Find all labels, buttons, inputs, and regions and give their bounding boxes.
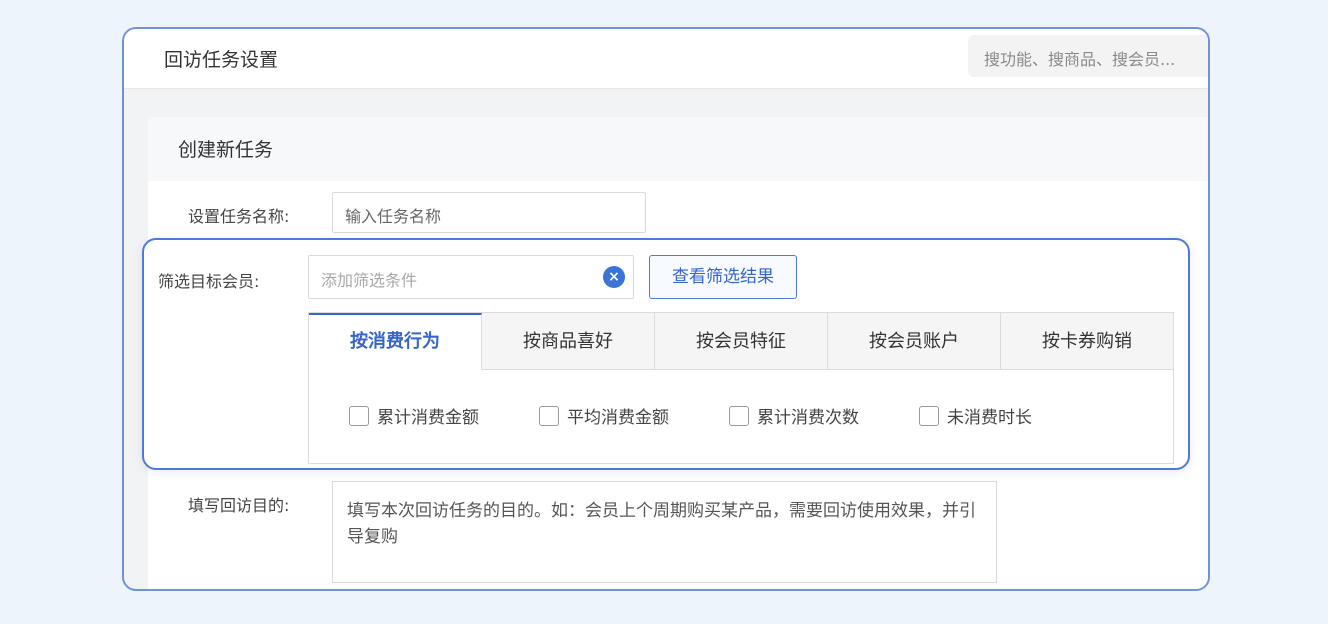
purpose-label: 填写回访目的: [188,496,290,515]
filter-tabs-panel: 按消费行为 按商品喜好 按会员特征 按会员账户 按卡券购销 累计消费金额 平均消… [308,312,1174,464]
tab-member-traits[interactable]: 按会员特征 [655,313,828,369]
filter-condition-placeholder: 添加筛选条件 [321,271,418,290]
filter-checkbox-group: 累计消费金额 平均消费金额 累计消费次数 未消费时长 [349,403,1092,428]
checkbox-item-total-count[interactable]: 累计消费次数 [729,403,859,428]
checkbox-label: 未消费时长 [947,408,1032,428]
checkbox-item-average-amount[interactable]: 平均消费金额 [539,403,669,428]
tab-product-preference[interactable]: 按商品喜好 [482,313,655,369]
panel-header: 创建新任务 [148,117,1208,181]
filter-condition-input[interactable]: 添加筛选条件 × [308,255,634,299]
window-title: 回访任务设置 [164,49,279,71]
task-name-input[interactable]: 输入任务名称 [332,192,646,233]
checkbox[interactable] [539,405,559,426]
checkbox-item-inactive-duration[interactable]: 未消费时长 [919,403,1032,428]
checkbox-label: 累计消费次数 [757,408,859,428]
checkbox[interactable] [729,405,749,426]
purpose-placeholder: 填写本次回访任务的目的。如：会员上个周期购买某产品，需要回访使用效果，并引导复购 [347,501,976,547]
purpose-textarea[interactable]: 填写本次回访任务的目的。如：会员上个周期购买某产品，需要回访使用效果，并引导复购 [332,481,997,583]
clear-icon[interactable]: × [603,266,625,288]
view-filter-results-button[interactable]: 查看筛选结果 [649,255,797,299]
panel-title: 创建新任务 [178,139,274,161]
task-name-placeholder: 输入任务名称 [345,207,442,226]
checkbox[interactable] [919,405,939,426]
checkbox-label: 平均消费金额 [567,408,669,428]
window-header: 回访任务设置 搜功能、搜商品、搜会员... [124,29,1208,89]
filter-members-card: 筛选目标会员: 添加筛选条件 × 查看筛选结果 按消费行为 按商品喜好 按会员特… [142,238,1190,470]
global-search-input[interactable]: 搜功能、搜商品、搜会员... [968,35,1208,77]
checkbox-item-total-amount[interactable]: 累计消费金额 [349,403,479,428]
checkbox[interactable] [349,405,369,426]
filter-label: 筛选目标会员: [158,272,260,291]
tab-consumption-behavior[interactable]: 按消费行为 [309,313,482,370]
tab-member-account[interactable]: 按会员账户 [828,313,1001,369]
checkbox-label: 累计消费金额 [377,408,479,428]
tab-coupon-sales[interactable]: 按卡券购销 [1001,313,1173,369]
task-name-label: 设置任务名称: [188,207,290,226]
filter-tabs-bar: 按消费行为 按商品喜好 按会员特征 按会员账户 按卡券购销 [309,313,1173,370]
